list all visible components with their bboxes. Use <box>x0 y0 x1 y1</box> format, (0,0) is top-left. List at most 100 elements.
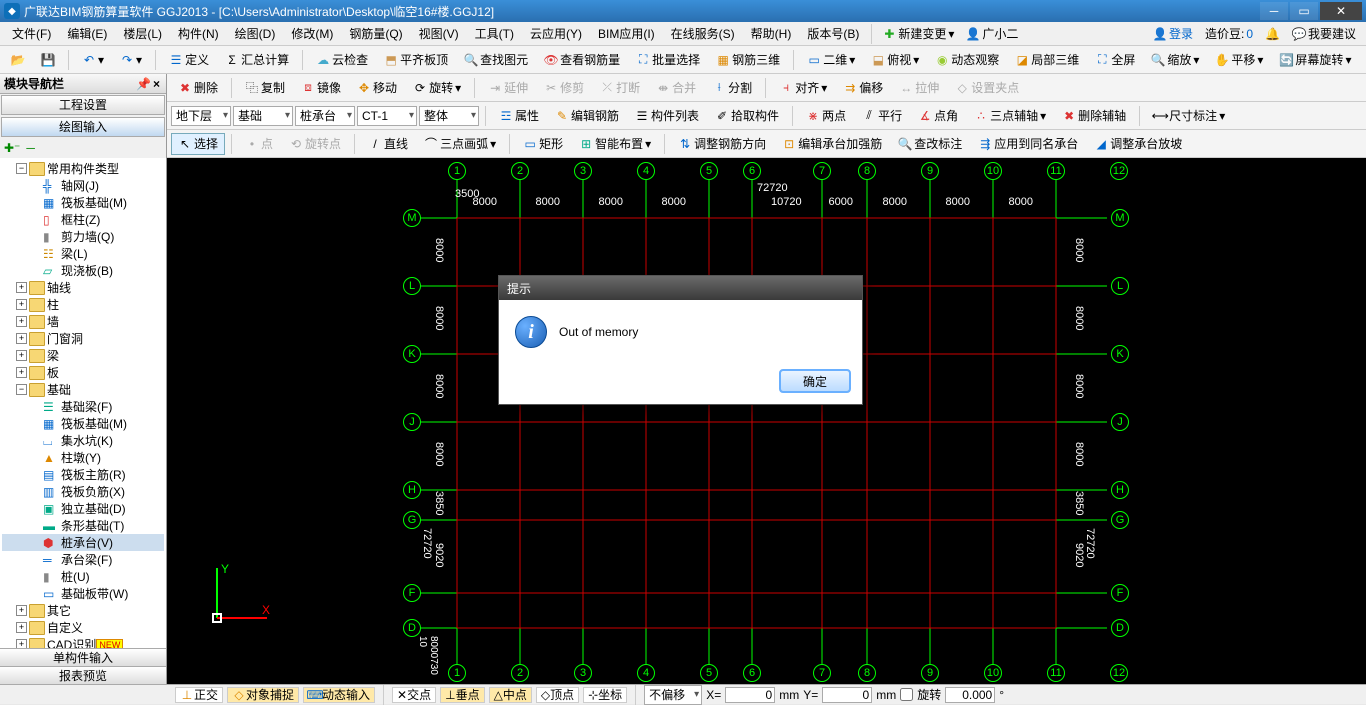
snap-mid[interactable]: △ 中点 <box>489 687 532 703</box>
tree-g-custom[interactable]: +自定义 <box>2 619 164 636</box>
two-pt-button[interactable]: ⋇两点 <box>799 105 853 127</box>
tab-report[interactable]: 报表预览 <box>0 666 166 684</box>
align-button[interactable]: ⫞对齐▾ <box>772 77 834 99</box>
tree-f-pier[interactable]: ▲柱墩(Y) <box>2 449 164 466</box>
apply-same-button[interactable]: ⇶应用到同名承台 <box>971 133 1085 155</box>
dialog-title[interactable]: 提示 <box>499 276 862 300</box>
subtype-select[interactable]: 桩承台 <box>295 106 355 126</box>
find-mark-button[interactable]: 🔍查改标注 <box>891 133 969 155</box>
grip-button[interactable]: ◇设置夹点 <box>948 77 1026 99</box>
tab-single-input[interactable]: 单构件输入 <box>0 648 166 666</box>
2d-button[interactable]: ▭二维▾ <box>800 49 862 71</box>
pan-button[interactable]: ✋平移▾ <box>1208 49 1270 71</box>
undo-button[interactable]: ↶▾ <box>75 49 111 71</box>
expand-icon[interactable]: ✚⁻ <box>4 141 20 155</box>
close-button[interactable]: ✕ <box>1320 2 1362 20</box>
pt-angle-button[interactable]: ∡点角 <box>911 105 965 127</box>
agent-button[interactable]: 👤广小二 <box>960 25 1024 42</box>
ok-button[interactable]: 确定 <box>780 370 850 392</box>
floor-select[interactable]: 地下层 <box>171 106 231 126</box>
menu-tools[interactable]: 工具(T) <box>467 25 522 42</box>
tree-f-beam[interactable]: ☰基础梁(F) <box>2 398 164 415</box>
tree-frame-col[interactable]: ▯框柱(Z) <box>2 211 164 228</box>
snap-coord[interactable]: ⊹ 坐标 <box>583 687 627 703</box>
pin-icon[interactable]: 📌 <box>136 77 151 91</box>
bell-icon[interactable]: 🔔 <box>1259 27 1286 41</box>
menu-draw[interactable]: 绘图(D) <box>227 25 284 42</box>
tree-g-found[interactable]: −基础 <box>2 381 164 398</box>
dyn-view-button[interactable]: ◉动态观察 <box>928 49 1006 71</box>
tree-f-cap[interactable]: ⬢桩承台(V) <box>2 534 164 551</box>
tree-slab[interactable]: ▱现浇板(B) <box>2 262 164 279</box>
tree-f-pile[interactable]: ▮桩(U) <box>2 568 164 585</box>
collapse-icon[interactable]: ─ <box>26 141 35 155</box>
parallel-button[interactable]: ⫽平行 <box>855 105 909 127</box>
rot-input[interactable] <box>945 687 995 703</box>
tree-f-neg[interactable]: ▥筏板负筋(X) <box>2 483 164 500</box>
mode-select[interactable]: 整体 <box>419 106 479 126</box>
tab-draw-input[interactable]: 绘图输入 <box>1 117 165 137</box>
tree-g-other[interactable]: +其它 <box>2 602 164 619</box>
find-button[interactable]: 🔍查找图元 <box>457 49 535 71</box>
tree-g-cad[interactable]: +CAD识别 NEW <box>2 636 164 648</box>
new-change-button[interactable]: ✚新建变更 ▾ <box>876 25 960 42</box>
rot-point-button[interactable]: ⟲旋转点 <box>282 133 348 155</box>
tree-g-col[interactable]: +柱 <box>2 296 164 313</box>
maximize-button[interactable]: ▭ <box>1290 2 1318 20</box>
menu-floor[interactable]: 楼层(L) <box>115 25 170 42</box>
tree-g-wall[interactable]: +墙 <box>2 313 164 330</box>
adjust-dir-button[interactable]: ⇅调整钢筋方向 <box>671 133 773 155</box>
redo-button[interactable]: ↷▾ <box>113 49 149 71</box>
tab-project-settings[interactable]: 工程设置 <box>1 95 165 115</box>
3pt-aux-button[interactable]: ∴三点辅轴▾ <box>967 105 1053 127</box>
tree-g-beam[interactable]: +梁 <box>2 347 164 364</box>
rot-checkbox[interactable] <box>900 688 913 701</box>
dyn-toggle[interactable]: ⌨动态输入 <box>303 687 375 703</box>
rebar3d-button[interactable]: ▦钢筋三维 <box>709 49 787 71</box>
menu-view[interactable]: 视图(V) <box>411 25 467 42</box>
x-input[interactable] <box>725 687 775 703</box>
tree-beam[interactable]: ☷梁(L) <box>2 245 164 262</box>
ortho-toggle[interactable]: ⊥正交 <box>175 687 223 703</box>
panel-close-icon[interactable]: × <box>151 77 162 91</box>
pick-button[interactable]: ✐拾取构件 <box>708 105 786 127</box>
break-button[interactable]: ⤫打断 <box>593 77 647 99</box>
local3d-button[interactable]: ◪局部三维 <box>1008 49 1086 71</box>
menu-modify[interactable]: 修改(M) <box>283 25 341 42</box>
batch-select-button[interactable]: ⛶批量选择 <box>629 49 707 71</box>
menu-cloud[interactable]: 云应用(Y) <box>522 25 590 42</box>
extend-button[interactable]: ⇥延伸 <box>481 77 535 99</box>
zoom-button[interactable]: 🔍缩放▾ <box>1144 49 1206 71</box>
top-view-button[interactable]: ⬓俯视▾ <box>864 49 926 71</box>
mirror-button[interactable]: ⧈镜像 <box>294 77 348 99</box>
point-button[interactable]: •点 <box>238 133 280 155</box>
select-button[interactable]: ↖选择 <box>171 133 225 155</box>
feedback-button[interactable]: 💬我要建议 <box>1286 25 1362 42</box>
menu-bim[interactable]: BIM应用(I) <box>590 25 663 42</box>
tree-g-opening[interactable]: +门窗洞 <box>2 330 164 347</box>
flat-top-button[interactable]: ⬒平齐板顶 <box>377 49 455 71</box>
delete-button[interactable]: ✖删除 <box>171 77 225 99</box>
edit-cap-rebar-button[interactable]: ⊡编辑承台加强筋 <box>775 133 889 155</box>
component-tree[interactable]: −常用构件类型 ╬轴网(J) ▦筏板基础(M) ▯框柱(Z) ▮剪力墙(Q) ☷… <box>0 158 166 648</box>
offset-button[interactable]: ⇉偏移 <box>836 77 890 99</box>
calc-button[interactable]: Σ汇总计算 <box>218 49 296 71</box>
menu-online[interactable]: 在线服务(S) <box>663 25 743 42</box>
menu-help[interactable]: 帮助(H) <box>743 25 800 42</box>
tree-shear-wall[interactable]: ▮剪力墙(Q) <box>2 228 164 245</box>
snap-vert[interactable]: ◇ 顶点 <box>536 687 579 703</box>
menu-version[interactable]: 版本号(B) <box>799 25 867 42</box>
drawing-canvas[interactable]: Y X 123456789101112 123456789101112 MLKJ… <box>167 158 1366 684</box>
trim-button[interactable]: ✂修剪 <box>537 77 591 99</box>
category-select[interactable]: 基础 <box>233 106 293 126</box>
view-rebar-button[interactable]: 👁查看钢筋量 <box>537 49 627 71</box>
comp-list-button[interactable]: ☰构件列表 <box>628 105 706 127</box>
menu-component[interactable]: 构件(N) <box>170 25 227 42</box>
y-input[interactable] <box>822 687 872 703</box>
smart-layout-button[interactable]: ⊞智能布置▾ <box>572 133 658 155</box>
tree-g-slab[interactable]: +板 <box>2 364 164 381</box>
tree-g-axis[interactable]: +轴线 <box>2 279 164 296</box>
save-button[interactable]: 💾 <box>34 49 62 71</box>
tree-f-iso[interactable]: ▣独立基础(D) <box>2 500 164 517</box>
tree-f-top[interactable]: ▤筏板主筋(R) <box>2 466 164 483</box>
